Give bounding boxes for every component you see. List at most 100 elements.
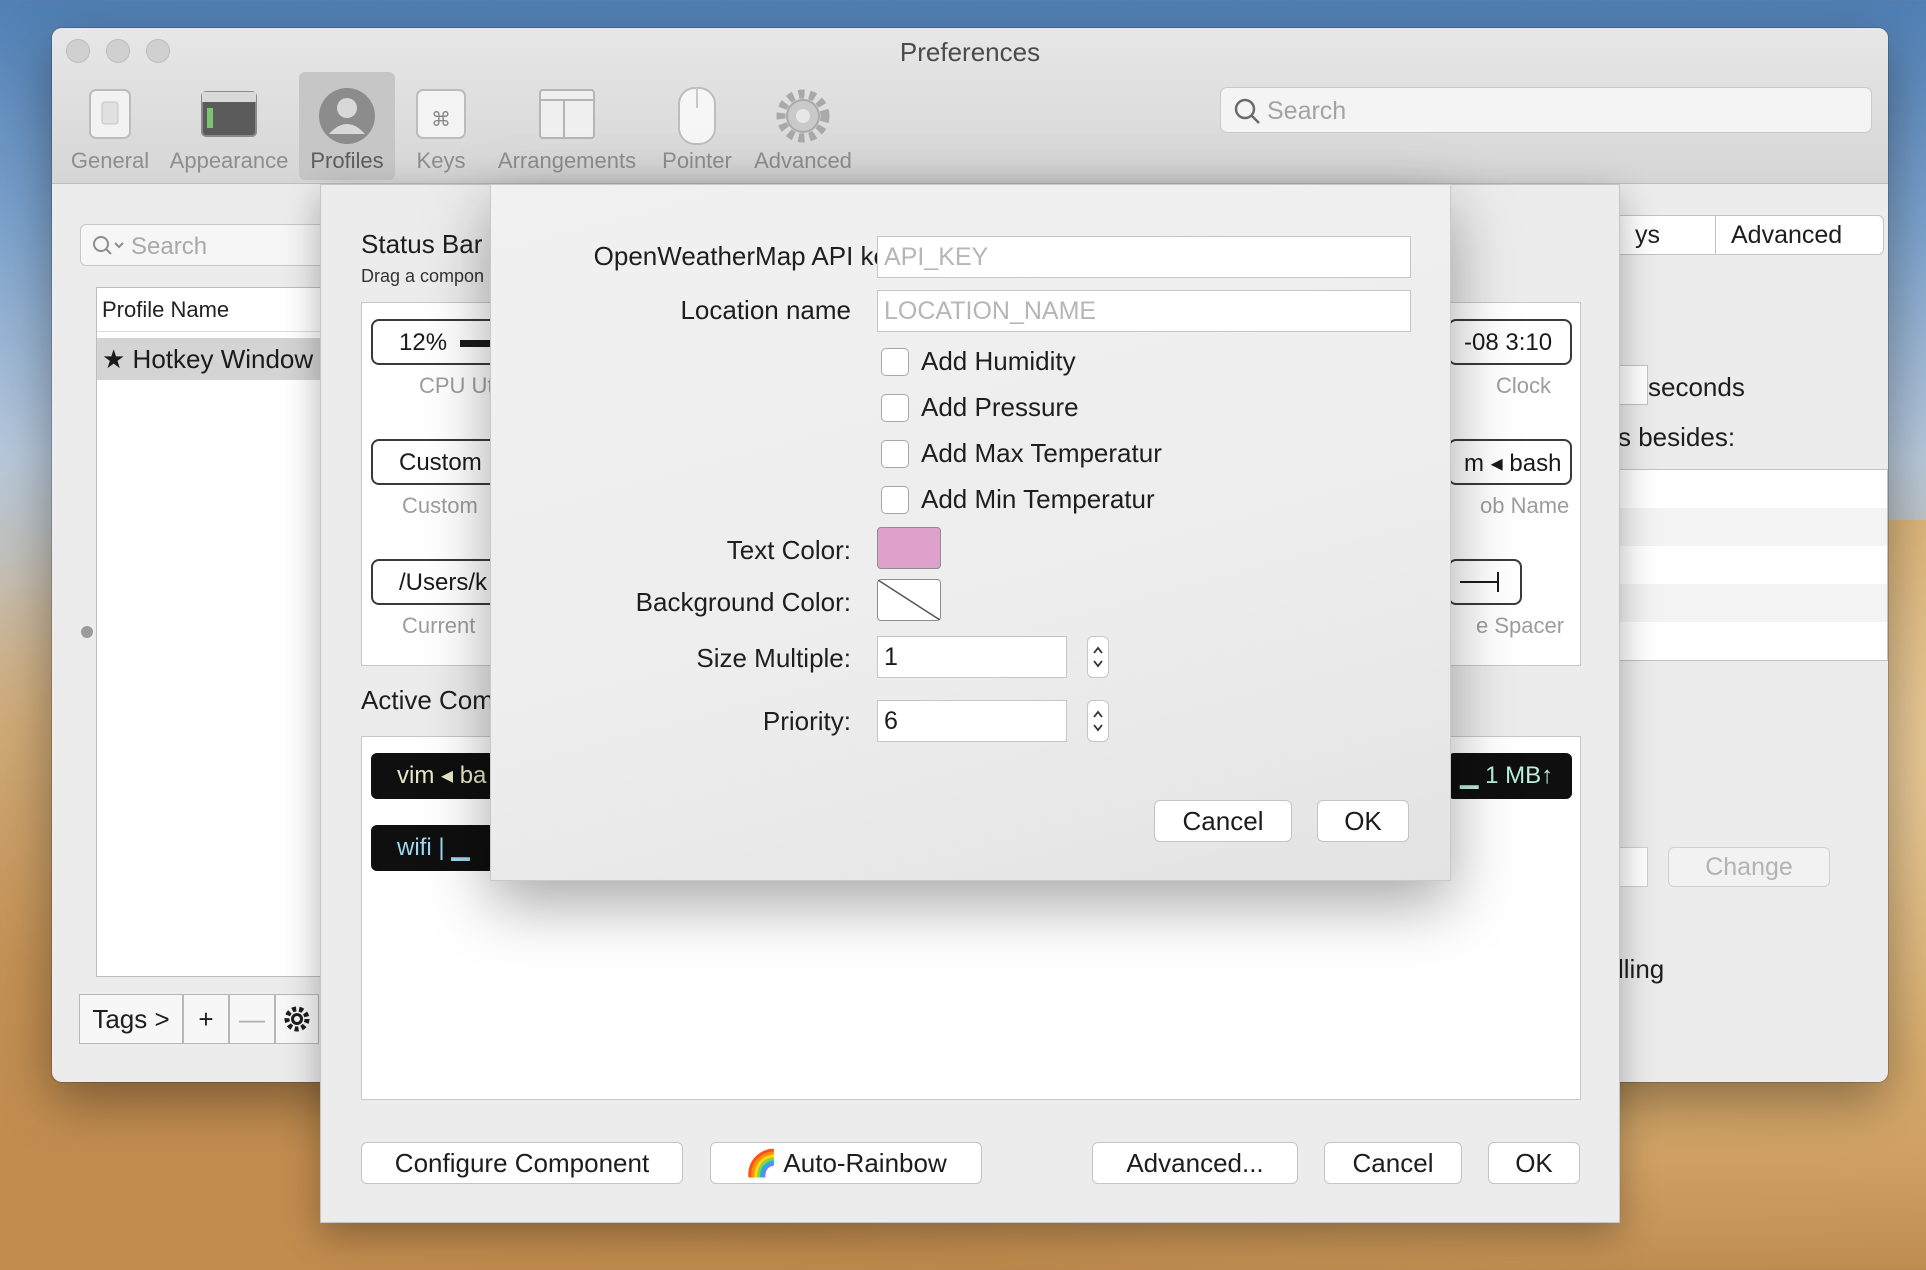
tab-advanced[interactable]: Advanced [1731, 221, 1842, 250]
auto-rainbow-button[interactable]: 🌈 Auto-Rainbow [710, 1142, 982, 1184]
priority-input[interactable]: 6 [877, 700, 1067, 742]
toolbar-keys[interactable]: ⌘ Keys [400, 72, 482, 180]
command-key-icon: ⌘ [416, 89, 466, 139]
api-key-label: OpenWeatherMap API key [593, 241, 901, 271]
sheet-cancel-button[interactable]: Cancel [1324, 1142, 1462, 1184]
checkbox-label: Add Min Temperatur [921, 484, 1155, 514]
cpu-label: CPU Ut [419, 373, 494, 398]
modal-ok-button[interactable]: OK [1317, 800, 1409, 842]
profile-settings-button[interactable] [275, 994, 319, 1044]
toolbar-appearance[interactable]: Appearance [164, 72, 294, 180]
sheet-ok-button[interactable]: OK [1488, 1142, 1580, 1184]
no-color-icon [877, 579, 941, 621]
person-icon [319, 88, 375, 144]
window-icon [201, 91, 257, 137]
text-color-well[interactable] [877, 527, 941, 569]
mouse-icon [678, 87, 716, 145]
spacer-label: e Spacer [1476, 613, 1565, 638]
windows-icon [539, 89, 595, 139]
toolbar-label: Arrangements [497, 148, 637, 173]
status-bar-title: Status Bar [361, 229, 483, 259]
location-input[interactable]: LOCATION_NAME [877, 290, 1411, 332]
text-color-label: Text Color: [726, 535, 851, 565]
checkbox-box[interactable] [881, 485, 909, 514]
svg-text:⌘: ⌘ [431, 107, 451, 131]
search-icon [93, 236, 124, 255]
size-multiple-label: Size Multiple: [696, 643, 851, 673]
size-multiple-input[interactable]: 1 [877, 636, 1067, 678]
gear-icon [284, 1006, 310, 1032]
segment-divider [1715, 216, 1716, 254]
toolbar-general[interactable]: General [60, 72, 160, 180]
toolbar-label: Advanced [754, 148, 852, 173]
toolbar-profiles[interactable]: Profiles [299, 72, 395, 180]
profile-search-field[interactable]: Search [80, 224, 340, 266]
background-color-well[interactable] [877, 579, 941, 621]
toolbar-label: Appearance [169, 148, 289, 173]
toolbar-label: Profiles [310, 148, 384, 173]
checkbox-label: Add Max Temperatur [921, 438, 1162, 468]
add-profile-button[interactable]: + [183, 994, 229, 1044]
title-bar: Preferences General Appearance Profiles … [52, 28, 1888, 184]
status-bar-subtitle: Drag a compon [361, 266, 485, 286]
seconds-label: seconds [1648, 372, 1745, 402]
checkbox-box[interactable] [881, 393, 909, 422]
active-network-component[interactable]: ▁ 1 MB↑ [1448, 753, 1572, 799]
tab-keys-partial[interactable]: ys [1635, 221, 1660, 250]
remove-profile-button[interactable]: — [229, 994, 275, 1044]
window-title: Preferences [899, 37, 1041, 67]
add-pressure-checkbox[interactable]: Add Pressure [881, 392, 1079, 423]
spacer-icon [1460, 572, 1499, 592]
preferences-search-field[interactable]: Search [1220, 87, 1872, 133]
add-min-temperature-checkbox[interactable]: Add Min Temperatur [881, 484, 1155, 515]
advanced-button[interactable]: Advanced... [1092, 1142, 1298, 1184]
toolbar-label: Keys [416, 148, 466, 173]
besides-label: s besides: [1618, 422, 1736, 452]
spacer-component[interactable] [1448, 559, 1522, 605]
path-field[interactable] [1618, 847, 1648, 887]
configure-weather-modal: OpenWeatherMap API key API_KEY Location … [490, 184, 1451, 881]
gear-icon [776, 89, 830, 143]
list-row[interactable] [1619, 584, 1887, 622]
change-button[interactable]: Change [1668, 847, 1830, 887]
profile-name: Hotkey Window [132, 344, 314, 374]
stepper-arrows-icon [1093, 710, 1103, 732]
profile-row[interactable]: ★ Hotkey Window [97, 338, 341, 380]
checkbox-box[interactable] [881, 347, 909, 376]
profile-list-buttons: Tags > + — [79, 994, 319, 1044]
split-view-handle[interactable] [81, 626, 93, 638]
switch-icon [89, 89, 131, 139]
job-name-component[interactable]: m ◂ bash [1448, 439, 1572, 485]
api-key-input[interactable]: API_KEY [877, 236, 1411, 278]
configure-component-button[interactable]: Configure Component [361, 1142, 683, 1184]
checkbox-label: Add Pressure [921, 392, 1079, 422]
add-max-temperature-checkbox[interactable]: Add Max Temperatur [881, 438, 1162, 469]
toolbar-label: General [70, 148, 150, 173]
stepper-arrows-icon [1093, 646, 1103, 668]
cpu-value: 12% [399, 329, 448, 356]
profile-name-column-header[interactable]: Profile Name [97, 288, 341, 332]
size-multiple-stepper[interactable] [1087, 636, 1109, 678]
location-label: Location name [680, 295, 851, 325]
scrolling-label: lling [1618, 954, 1665, 984]
checkbox-label: Add Humidity [921, 346, 1076, 376]
tags-button[interactable]: Tags > [79, 994, 183, 1044]
add-humidity-checkbox[interactable]: Add Humidity [881, 346, 1076, 377]
toolbar-arrangements[interactable]: Arrangements [487, 72, 647, 180]
directory-label: Current [402, 613, 476, 638]
modal-cancel-button[interactable]: Cancel [1154, 800, 1292, 842]
checkbox-box[interactable] [881, 439, 909, 468]
priority-stepper[interactable] [1087, 700, 1109, 742]
right-segmented-control: ys Advanced [1612, 215, 1884, 255]
toolbar-advanced[interactable]: Advanced [744, 72, 862, 180]
active-components-title: Active Com [361, 685, 494, 715]
search-icon [1234, 98, 1260, 124]
clock-label: Clock [1496, 373, 1552, 398]
jobs-list [1618, 469, 1888, 661]
list-row[interactable] [1619, 508, 1887, 546]
search-placeholder: Search [1267, 97, 1347, 125]
seconds-input[interactable] [1618, 365, 1648, 405]
job-name-label: ob Name [1480, 493, 1570, 518]
toolbar-pointer[interactable]: Pointer [652, 72, 742, 180]
clock-component[interactable]: -08 3:10 [1448, 319, 1572, 365]
